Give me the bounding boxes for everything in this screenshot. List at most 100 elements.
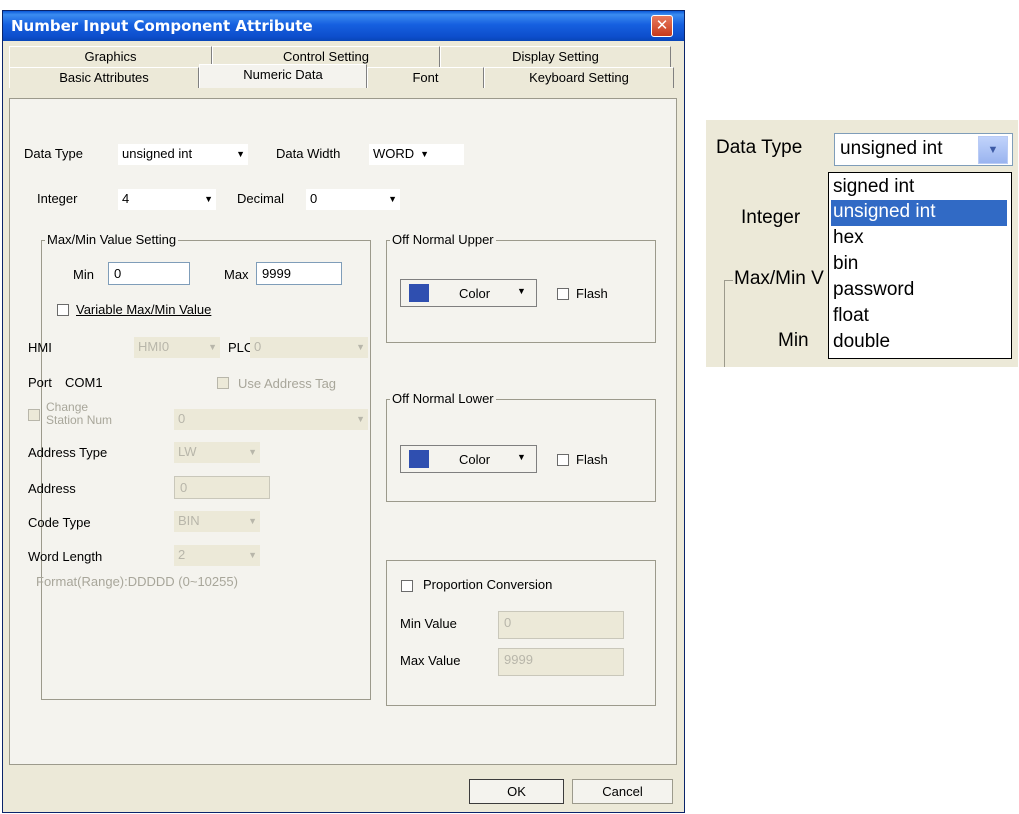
tab-font[interactable]: Font bbox=[367, 67, 484, 88]
data-type-select[interactable]: unsigned int ▼ bbox=[118, 144, 248, 165]
change-station-value: 0 bbox=[178, 411, 186, 426]
upper-flash-checkbox[interactable] bbox=[557, 288, 569, 300]
zoom-data-type-value: unsigned int bbox=[840, 138, 943, 159]
address-type-label: Address Type bbox=[28, 445, 108, 460]
lower-flash-label: Flash bbox=[576, 452, 608, 467]
use-address-tag-label: Use Address Tag bbox=[238, 376, 337, 391]
zoom-data-type-select[interactable]: unsigned int ▼ bbox=[834, 133, 1013, 166]
address-input[interactable]: 0 bbox=[174, 476, 270, 499]
lower-flash-checkbox[interactable] bbox=[557, 454, 569, 466]
variable-max-min-label: Variable Max/Min Value bbox=[76, 302, 212, 317]
word-length-select[interactable]: 2 ▼ bbox=[174, 545, 260, 566]
option-float[interactable]: float bbox=[831, 304, 1007, 330]
zoom-data-type-label: Data Type bbox=[716, 137, 803, 158]
chevron-down-icon: ▼ bbox=[248, 516, 257, 526]
lower-color-button[interactable]: Color ▼ bbox=[400, 445, 537, 473]
max-value-label: Max Value bbox=[400, 653, 461, 668]
data-type-dropdown-zoom: Data Type unsigned int ▼ Integer Max/Min… bbox=[706, 120, 1018, 367]
zoom-integer-label: Integer bbox=[741, 207, 801, 228]
integer-value: 4 bbox=[122, 191, 130, 206]
zoom-min-label: Min bbox=[778, 330, 809, 351]
word-length-value: 2 bbox=[178, 547, 186, 562]
option-unsigned-int[interactable]: unsigned int bbox=[831, 200, 1007, 226]
change-station-label-2: Station Num bbox=[46, 413, 113, 427]
chevron-down-icon[interactable]: ▼ bbox=[978, 136, 1008, 164]
upper-flash-label: Flash bbox=[576, 286, 608, 301]
use-address-tag-checkbox[interactable] bbox=[217, 377, 229, 389]
chevron-down-icon: ▼ bbox=[356, 414, 365, 424]
address-type-select[interactable]: LW ▼ bbox=[174, 442, 260, 463]
upper-color-button[interactable]: Color ▼ bbox=[400, 279, 537, 307]
address-type-value: LW bbox=[178, 444, 197, 459]
chevron-down-icon: ▼ bbox=[208, 342, 217, 352]
min-label: Min bbox=[73, 267, 94, 282]
zoom-group-border bbox=[724, 280, 733, 367]
data-type-value: unsigned int bbox=[122, 146, 193, 161]
option-signed-int[interactable]: signed int bbox=[831, 175, 1007, 201]
data-width-label: Data Width bbox=[276, 146, 341, 161]
off-normal-upper-title: Off Normal Upper bbox=[390, 232, 496, 247]
lower-color-swatch bbox=[409, 450, 429, 468]
proportion-conversion-label: Proportion Conversion bbox=[423, 577, 553, 592]
option-hex[interactable]: hex bbox=[831, 226, 1007, 252]
decimal-select[interactable]: 0 ▼ bbox=[306, 189, 400, 210]
option-password[interactable]: password bbox=[831, 278, 1007, 304]
chevron-down-icon: ▼ bbox=[517, 286, 526, 296]
format-range-text: Format(Range):DDDDD (0~10255) bbox=[36, 574, 238, 589]
hmi-label: HMI bbox=[28, 340, 52, 355]
data-type-options-list[interactable]: signed int unsigned int hex bin password… bbox=[828, 172, 1012, 359]
upper-color-label: Color bbox=[459, 286, 491, 301]
lower-color-label: Color bbox=[459, 452, 491, 467]
integer-select[interactable]: 4 ▼ bbox=[118, 189, 216, 210]
change-station-checkbox[interactable] bbox=[28, 409, 40, 421]
integer-label: Integer bbox=[37, 191, 78, 206]
max-label: Max bbox=[224, 267, 249, 282]
plc-value: 0 bbox=[254, 339, 262, 354]
upper-color-swatch bbox=[409, 284, 429, 302]
chevron-down-icon: ▼ bbox=[420, 149, 429, 159]
decimal-label: Decimal bbox=[237, 191, 284, 206]
port-value: COM1 bbox=[65, 375, 103, 390]
data-width-select[interactable]: WORD ▼ bbox=[369, 144, 464, 165]
hmi-value: HMI0 bbox=[138, 339, 170, 354]
hmi-select[interactable]: HMI0 ▼ bbox=[134, 337, 220, 358]
code-type-label: Code Type bbox=[28, 515, 91, 530]
chevron-down-icon: ▼ bbox=[204, 194, 213, 204]
option-double[interactable]: double bbox=[831, 330, 1007, 356]
tab-display-setting[interactable]: Display Setting bbox=[440, 46, 671, 67]
max-value-input[interactable]: 9999 bbox=[498, 648, 624, 676]
numeric-data-panel: Data Type unsigned int ▼ Data Width WORD ▼… bbox=[9, 98, 677, 765]
chevron-down-icon: ▼ bbox=[248, 550, 257, 560]
title-bar[interactable]: Number Input Component Attribute ✕ bbox=[3, 11, 684, 41]
tab-graphics[interactable]: Graphics bbox=[9, 46, 212, 67]
option-bin[interactable]: bin bbox=[831, 252, 1007, 278]
decimal-value: 0 bbox=[310, 191, 318, 206]
plc-select[interactable]: 0 ▼ bbox=[250, 337, 368, 358]
chevron-down-icon: ▼ bbox=[356, 342, 365, 352]
proportion-conversion-checkbox[interactable] bbox=[401, 580, 413, 592]
chevron-down-icon: ▼ bbox=[248, 447, 257, 457]
address-label: Address bbox=[28, 481, 76, 496]
tab-numeric-data[interactable]: Numeric Data bbox=[199, 64, 367, 88]
chevron-down-icon: ▼ bbox=[236, 149, 245, 159]
min-input[interactable]: 0 bbox=[108, 262, 190, 285]
zoom-maxmin-label: Max/Min V bbox=[734, 268, 824, 289]
code-type-value: BIN bbox=[178, 513, 200, 528]
chevron-down-icon: ▼ bbox=[517, 452, 526, 462]
tab-basic-attributes[interactable]: Basic Attributes bbox=[9, 67, 199, 88]
cancel-button[interactable]: Cancel bbox=[572, 779, 673, 804]
variable-max-min-checkbox[interactable] bbox=[57, 304, 69, 316]
ok-button[interactable]: OK bbox=[469, 779, 564, 804]
max-input[interactable]: 9999 bbox=[256, 262, 342, 285]
change-station-select[interactable]: 0 ▼ bbox=[174, 409, 368, 430]
data-type-label: Data Type bbox=[24, 146, 84, 161]
dialog-title: Number Input Component Attribute bbox=[11, 17, 313, 35]
off-normal-lower-title: Off Normal Lower bbox=[390, 391, 496, 406]
close-icon[interactable]: ✕ bbox=[651, 15, 673, 37]
min-value-input[interactable]: 0 bbox=[498, 611, 624, 639]
code-type-select[interactable]: BIN ▼ bbox=[174, 511, 260, 532]
port-label: Port bbox=[28, 375, 52, 390]
tab-keyboard-setting[interactable]: Keyboard Setting bbox=[484, 67, 674, 88]
min-value-label: Min Value bbox=[400, 616, 457, 631]
max-min-group-title: Max/Min Value Setting bbox=[45, 232, 179, 247]
